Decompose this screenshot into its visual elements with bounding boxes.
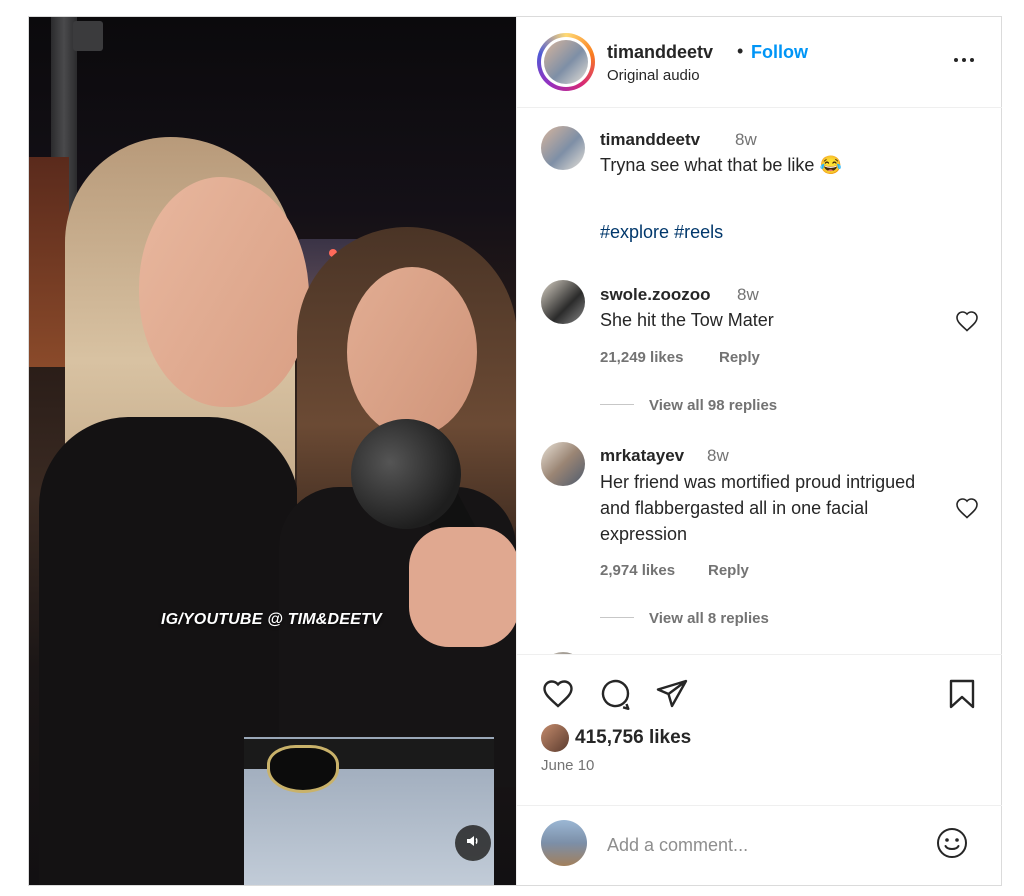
more-options-icon[interactable] (949, 50, 979, 70)
mute-button[interactable] (455, 825, 491, 861)
comment-likes[interactable]: 2,974 likes (600, 562, 675, 579)
mute-icon (465, 833, 481, 854)
reply-button[interactable]: Reply (708, 562, 749, 579)
likes-summary[interactable]: 415,756 likes (541, 723, 691, 753)
heart-icon[interactable] (955, 497, 979, 519)
caption-text: Tryna see what that be like 😂 (600, 155, 842, 175)
caption-time: 8w (735, 130, 757, 149)
post-sidebar: timanddeetv • Follow Original audio tima… (516, 17, 1002, 885)
view-replies-button[interactable]: View all 98 replies (649, 397, 777, 414)
share-icon[interactable] (655, 677, 689, 711)
save-icon[interactable] (945, 677, 979, 711)
current-user-avatar (541, 820, 587, 866)
post-header: timanddeetv • Follow Original audio (517, 17, 1002, 108)
hashtag-explore[interactable]: #explore (600, 222, 669, 242)
hashtag-reels[interactable]: #reels (674, 222, 723, 242)
comment-avatar[interactable] (541, 442, 585, 486)
author-avatar[interactable] (537, 33, 595, 91)
reply-button[interactable]: Reply (719, 349, 760, 366)
audio-label[interactable]: Original audio (607, 67, 700, 84)
reel-video[interactable]: IG/YOUTUBE @ TIM&DEETV (29, 17, 516, 885)
liker-avatar (541, 724, 569, 752)
comment-likes[interactable]: 21,249 likes (600, 349, 683, 366)
caption-username[interactable]: timanddeetv (600, 130, 700, 150)
likes-count[interactable]: 415,756 likes (575, 727, 691, 749)
caption-hashtags: #explore #reels (600, 222, 723, 243)
heart-icon[interactable] (541, 677, 575, 711)
comments-list[interactable]: timanddeetv 8w Tryna see what that be li… (517, 108, 1002, 654)
add-comment-bar (517, 805, 1002, 886)
author-username[interactable]: timanddeetv (607, 42, 713, 63)
follow-button[interactable]: Follow (751, 42, 808, 63)
comment-time: 8w (737, 285, 759, 304)
post-card: IG/YOUTUBE @ TIM&DEETV timanddeetv • Fol… (28, 16, 1002, 886)
comment-icon[interactable] (599, 677, 633, 711)
comment-username[interactable]: mrkatayev (600, 446, 684, 466)
comment-username[interactable]: swole.zoozoo (600, 285, 711, 305)
video-watermark: IG/YOUTUBE @ TIM&DEETV (161, 611, 382, 628)
caption-avatar[interactable] (541, 126, 585, 170)
heart-icon[interactable] (955, 310, 979, 332)
emoji-icon[interactable] (935, 826, 969, 860)
post-actions: 415,756 likes June 10 (517, 654, 1002, 886)
comment-avatar[interactable] (541, 280, 585, 324)
comment-text: Her friend was mortified proud intrigued… (600, 472, 916, 544)
separator-dot: • (737, 41, 744, 61)
comment-time: 8w (707, 446, 729, 465)
comment-input[interactable] (605, 830, 909, 860)
comment-text: She hit the Tow Mater (600, 310, 774, 330)
post-date[interactable]: June 10 (541, 757, 594, 774)
view-replies-button[interactable]: View all 8 replies (649, 610, 769, 627)
